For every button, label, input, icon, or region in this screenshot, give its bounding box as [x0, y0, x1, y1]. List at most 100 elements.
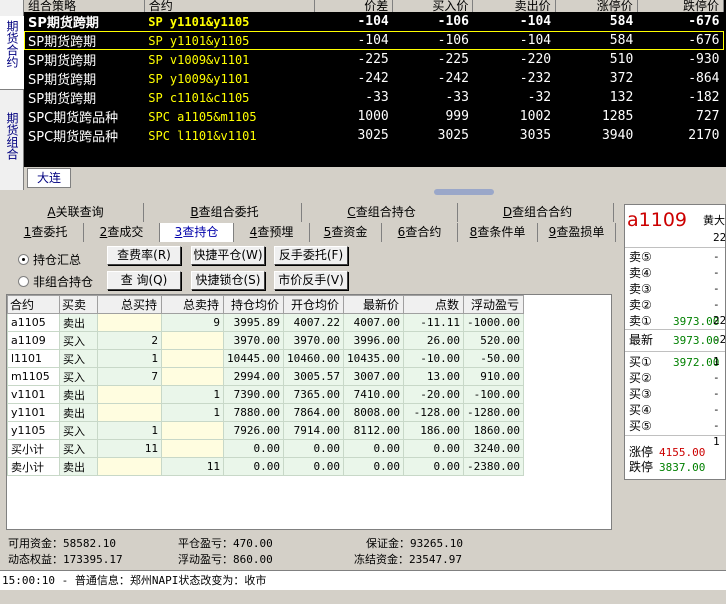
cell-open-avg: 7914.00 — [283, 421, 344, 440]
table-row[interactable]: l1101 买入 1 10445.00 10460.00 10435.00 -10.00 -5… — [7, 349, 524, 368]
col-contract[interactable]: 合约 — [144, 0, 316, 12]
market-cell-contract: SPC a1105&m1105 — [148, 109, 257, 124]
cell-buy: 1 — [97, 349, 162, 368]
quote-upper-price[interactable]: 4155.00 — [659, 446, 705, 459]
market-row[interactable]: SP期货跨期 SP v1009&v1101 -225 -225 -220 510 -930 — [24, 50, 724, 69]
quote-level-label: 买⑤ — [629, 419, 652, 433]
cell-hold-avg: 7390.00 — [223, 385, 284, 404]
tab-查委托[interactable]: 1查委托 — [8, 223, 84, 242]
market-cell-strategy: SPC期货跨品种 — [28, 130, 119, 145]
tab-futures-contract[interactable]: 期货合约 — [0, 16, 24, 90]
table-row[interactable]: v1101 卖出 1 7390.00 7365.00 7410.00 -20.00 -100.… — [7, 385, 524, 404]
col-points[interactable]: 点数 — [403, 295, 464, 314]
table-row[interactable]: m1105 买入 7 2994.00 3005.57 3007.00 13.00 910.00 — [7, 367, 524, 386]
exchange-tab-dalian[interactable]: 大连 — [27, 168, 71, 188]
market-row[interactable]: SPC期货跨品种 SPC a1105&m1105 1000 999 1002 1285 72… — [24, 107, 724, 126]
tab-查成交[interactable]: 2查成交 — [84, 223, 160, 242]
quote-upper-row: 涨停 4155.00 — [629, 444, 725, 460]
market-cell-contract: SP y1009&y1101 — [148, 71, 250, 86]
quote-lower-price[interactable]: 3837.00 — [659, 461, 705, 474]
cell-pnl: -1000.00 — [463, 313, 524, 332]
table-row[interactable]: 买小计 买入 11 0.00 0.00 0.00 0.00 3240.00 — [7, 439, 524, 458]
quote-book-row[interactable]: 买① 3972.00 1 — [629, 354, 725, 370]
tab-label: 查组合合约 — [512, 205, 573, 219]
quote-book-row[interactable]: 卖③ - — [629, 281, 725, 297]
col-strategy[interactable]: 组合策略 — [24, 0, 145, 12]
tab-查预埋[interactable]: 4查预埋 — [234, 223, 310, 242]
quote-book-row[interactable]: 卖① 3973.00 22 — [629, 313, 725, 329]
radio-non-combo[interactable]: 非组合持仓 — [18, 273, 93, 290]
tab-查资金[interactable]: 5查资金 — [310, 223, 382, 242]
quote-book-row[interactable]: 卖⑤ - — [629, 249, 725, 265]
market-cell-upper: 1285 — [601, 109, 634, 124]
quote-book-row[interactable]: 卖② - — [629, 297, 725, 313]
market-cell-lower: -864 — [688, 71, 720, 86]
market-cell-spread: 3025 — [357, 128, 389, 143]
quote-level-volume: - — [713, 298, 720, 311]
quote-level-volume: - — [713, 371, 720, 384]
reverse-order-button[interactable]: 反手委托(F) — [274, 246, 348, 265]
col-total-buy[interactable]: 总买持 — [97, 295, 162, 314]
fee-rate-button[interactable]: 查费率(R) — [107, 246, 181, 265]
quote-book-row[interactable]: 买⑤ - — [629, 418, 725, 434]
col-spread[interactable]: 价差 — [314, 0, 394, 12]
col-open-avg[interactable]: 开仓均价 — [283, 295, 344, 314]
quote-level-label: 卖③ — [629, 282, 652, 296]
market-row[interactable]: SP期货跨期 SP y1009&y1101 -242 -242 -232 372 -864 — [24, 69, 724, 88]
col-direction[interactable]: 买卖 — [59, 295, 98, 314]
tab-查条件单[interactable]: 8查条件单 — [458, 223, 538, 242]
status-bar: 15:00:10 - 普通信息：郑州NAPI状态改变为：收市 — [0, 570, 726, 590]
cell-points: -10.00 — [403, 349, 464, 368]
col-lower[interactable]: 跌停价 — [637, 0, 725, 12]
col-bid[interactable]: 买入价 — [392, 0, 474, 12]
quick-lock-button[interactable]: 快捷锁仓(S) — [191, 271, 265, 290]
col-contract[interactable]: 合约 — [7, 295, 60, 314]
panel-splitter-handle[interactable] — [434, 189, 494, 195]
quote-divider — [625, 329, 725, 330]
table-row[interactable]: a1109 买入 2 3970.00 3970.00 3996.00 26.00 520.00 — [7, 331, 524, 350]
tab-futures-combo[interactable]: 期货组合 — [0, 100, 24, 180]
market-cell-strategy: SP期货跨期 — [28, 35, 97, 50]
cell-last: 8112.00 — [343, 421, 404, 440]
col-hold-avg[interactable]: 持仓均价 — [223, 295, 284, 314]
table-row[interactable]: y1105 买入 1 7926.00 7914.00 8112.00 186.00 1860.… — [7, 421, 524, 440]
col-last[interactable]: 最新价 — [343, 295, 404, 314]
tab-查合约[interactable]: 6查合约 — [382, 223, 458, 242]
cell-points: -20.00 — [403, 385, 464, 404]
col-ask[interactable]: 卖出价 — [472, 0, 556, 12]
table-row[interactable]: a1105 卖出 9 3995.89 4007.22 4007.00 -11.11 -1000… — [7, 313, 524, 332]
quote-book-row[interactable]: 买④ - — [629, 402, 725, 418]
radio-holding-summary[interactable]: 持仓汇总 — [18, 251, 81, 268]
tab-关联查询[interactable]: A关联查询 — [8, 203, 144, 222]
table-row[interactable]: 卖小计 卖出 11 0.00 0.00 0.00 0.00 -2380.00 — [7, 457, 524, 476]
market-reverse-button[interactable]: 市价反手(V) — [274, 271, 348, 290]
cell-dir: 买入 — [59, 367, 98, 386]
positions-grid[interactable]: 合约 买卖 总买持 总卖持 持仓均价 开仓均价 最新价 点数 浮动盈亏 a110… — [6, 294, 612, 530]
quick-close-button[interactable]: 快捷平仓(W) — [191, 246, 265, 265]
col-total-sell[interactable]: 总卖持 — [161, 295, 224, 314]
market-row[interactable]: SP期货跨期 SP y1101&y1105 -104 -106 -104 584 -676 — [24, 12, 724, 31]
quote-book-row[interactable]: 买② - — [629, 370, 725, 386]
tab-label: 查组合持仓 — [355, 205, 416, 219]
cell-pnl: -1280.00 — [463, 403, 524, 422]
tab-label: 查条件单 — [477, 225, 526, 239]
tab-查持仓[interactable]: 3查持仓 — [160, 223, 234, 242]
quote-book-row[interactable]: 买③ - — [629, 386, 725, 402]
market-row[interactable]: SP期货跨期 SP c1101&c1105 -33 -33 -32 132 -182 — [24, 88, 724, 107]
tab-查组合合约[interactable]: D查组合合约 — [462, 203, 614, 222]
col-float-pnl[interactable]: 浮动盈亏 — [463, 295, 524, 314]
market-row[interactable]: SP期货跨期 SP y1101&y1105 -104 -106 -104 584 -676 — [24, 31, 724, 50]
query-button[interactable]: 查 询(Q) — [107, 271, 181, 290]
table-row[interactable]: y1101 卖出 1 7880.00 7864.00 8008.00 -128.00 -128… — [7, 403, 524, 422]
cell-buy: 2 — [97, 331, 162, 350]
cell-last: 10435.00 — [343, 349, 404, 368]
market-cell-ask: -104 — [519, 33, 552, 48]
col-upper[interactable]: 涨停价 — [555, 0, 638, 12]
tab-查组合持仓[interactable]: C查组合持仓 — [306, 203, 458, 222]
quote-book-row[interactable]: 卖④ - — [629, 265, 725, 281]
quote-level-label: 买① — [629, 355, 652, 369]
tab-查组合委托[interactable]: B查组合委托 — [148, 203, 302, 222]
market-row[interactable]: SPC期货跨品种 SPC l1101&v1101 3025 3025 3035 3940 2… — [24, 126, 724, 145]
cell-pnl: 910.00 — [463, 367, 524, 386]
tab-查盈损单[interactable]: 9查盈损单 — [538, 223, 616, 242]
